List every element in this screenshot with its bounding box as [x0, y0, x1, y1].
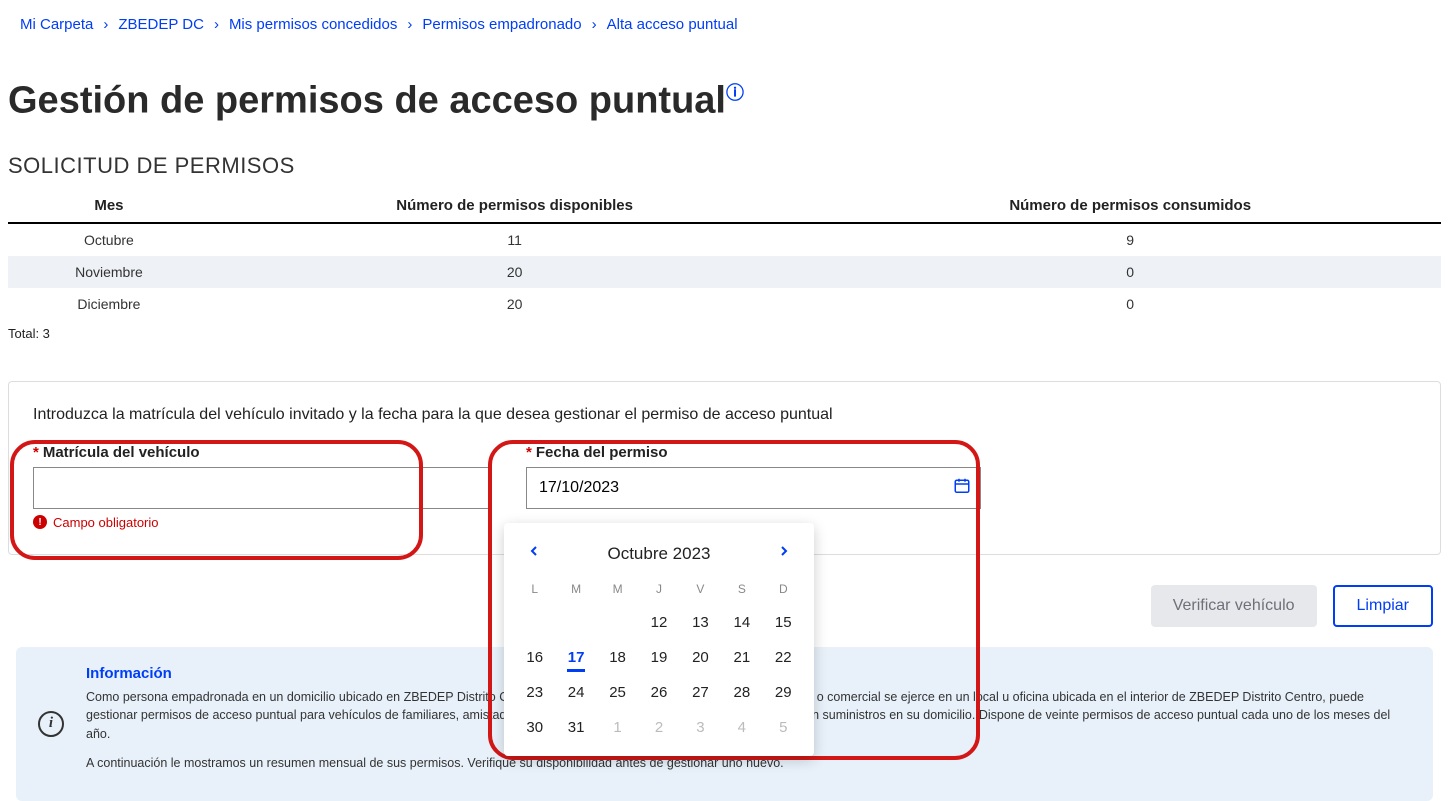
error-icon: !	[33, 515, 47, 529]
breadcrumb-link[interactable]: Mis permisos concedidos	[229, 16, 397, 33]
table-header: Mes	[8, 189, 210, 223]
calendar-day[interactable]: 24	[555, 680, 596, 705]
breadcrumb: Mi Carpeta › ZBEDEP DC › Mis permisos conced…	[0, 0, 1449, 49]
clear-button[interactable]: Limpiar	[1333, 585, 1433, 627]
table-cell: 0	[819, 256, 1441, 288]
fecha-label: *Fecha del permiso	[526, 444, 981, 461]
calendar-dow: L	[514, 578, 555, 600]
matricula-error: !Campo obligatorio	[33, 515, 491, 530]
table-row: Noviembre200	[8, 256, 1441, 288]
calendar-day[interactable]: 30	[514, 715, 555, 740]
form-intro: Introduzca la matrícula del vehículo inv…	[33, 406, 1416, 424]
chevron-right-icon: ›	[103, 16, 108, 33]
chevron-right-icon: ›	[407, 16, 412, 33]
calendar-dow: M	[597, 578, 638, 600]
info-circle-icon: i	[38, 711, 64, 737]
calendar-day[interactable]: 25	[597, 680, 638, 705]
table-cell: Octubre	[8, 223, 210, 256]
fecha-input[interactable]	[526, 467, 981, 509]
calendar-day[interactable]: 16	[514, 645, 555, 670]
table-cell: 11	[210, 223, 820, 256]
table-cell: 0	[819, 288, 1441, 320]
calendar-day[interactable]: 21	[721, 645, 762, 670]
permits-table: MesNúmero de permisos disponiblesNúmero …	[8, 189, 1441, 320]
calendar-dow: M	[555, 578, 596, 600]
calendar-day[interactable]: 26	[638, 680, 679, 705]
page-title: Gestión de permisos de acceso puntualⓘ	[8, 79, 1441, 123]
calendar-day[interactable]: 3	[680, 715, 721, 740]
calendar-day[interactable]: 5	[763, 715, 804, 740]
breadcrumb-link[interactable]: Alta acceso puntual	[607, 16, 738, 33]
table-total: Total: 3	[8, 326, 1441, 341]
calendar-day[interactable]: 23	[514, 680, 555, 705]
breadcrumb-link[interactable]: Permisos empadronado	[422, 16, 581, 33]
table-header: Número de permisos consumidos	[819, 189, 1441, 223]
calendar-day[interactable]: 28	[721, 680, 762, 705]
breadcrumb-link[interactable]: ZBEDEP DC	[118, 16, 204, 33]
calendar-popup: Octubre 2023 LMMJVSD12131415161718192021…	[504, 523, 814, 756]
verify-button[interactable]: Verificar vehículo	[1151, 585, 1317, 627]
chevron-right-icon: ›	[592, 16, 597, 33]
calendar-day[interactable]: 20	[680, 645, 721, 670]
calendar-day[interactable]: 1	[597, 715, 638, 740]
calendar-dow: V	[680, 578, 721, 600]
matricula-label: *Matrícula del vehículo	[33, 444, 491, 461]
table-cell: 20	[210, 256, 820, 288]
calendar-dow: S	[721, 578, 762, 600]
calendar-dow: J	[638, 578, 679, 600]
breadcrumb-link[interactable]: Mi Carpeta	[20, 16, 93, 33]
calendar-dow: D	[763, 578, 804, 600]
table-row: Octubre119	[8, 223, 1441, 256]
table-cell: Noviembre	[8, 256, 210, 288]
info-paragraph: A continuación le mostramos un resumen m…	[86, 754, 1411, 773]
table-cell: 9	[819, 223, 1441, 256]
calendar-day[interactable]: 4	[721, 715, 762, 740]
calendar-prev[interactable]	[522, 539, 546, 568]
calendar-day	[555, 610, 596, 635]
chevron-right-icon: ›	[214, 16, 219, 33]
calendar-day[interactable]: 18	[597, 645, 638, 670]
calendar-day[interactable]: 27	[680, 680, 721, 705]
calendar-day	[597, 610, 638, 635]
matricula-input[interactable]	[33, 467, 491, 509]
calendar-day[interactable]: 15	[763, 610, 804, 635]
calendar-day[interactable]: 22	[763, 645, 804, 670]
calendar-day[interactable]: 17	[555, 645, 596, 670]
calendar-title: Octubre 2023	[607, 544, 710, 564]
calendar-icon[interactable]	[953, 476, 971, 499]
table-row: Diciembre200	[8, 288, 1441, 320]
info-icon[interactable]: ⓘ	[726, 83, 744, 103]
calendar-day[interactable]: 2	[638, 715, 679, 740]
calendar-day[interactable]: 14	[721, 610, 762, 635]
table-header: Número de permisos disponibles	[210, 189, 820, 223]
table-cell: Diciembre	[8, 288, 210, 320]
calendar-day[interactable]: 19	[638, 645, 679, 670]
calendar-day[interactable]: 29	[763, 680, 804, 705]
table-cell: 20	[210, 288, 820, 320]
calendar-day[interactable]: 12	[638, 610, 679, 635]
section-title: SOLICITUD DE PERMISOS	[8, 153, 1441, 179]
calendar-day[interactable]: 31	[555, 715, 596, 740]
calendar-day[interactable]: 13	[680, 610, 721, 635]
calendar-next[interactable]	[772, 539, 796, 568]
calendar-day	[514, 610, 555, 635]
